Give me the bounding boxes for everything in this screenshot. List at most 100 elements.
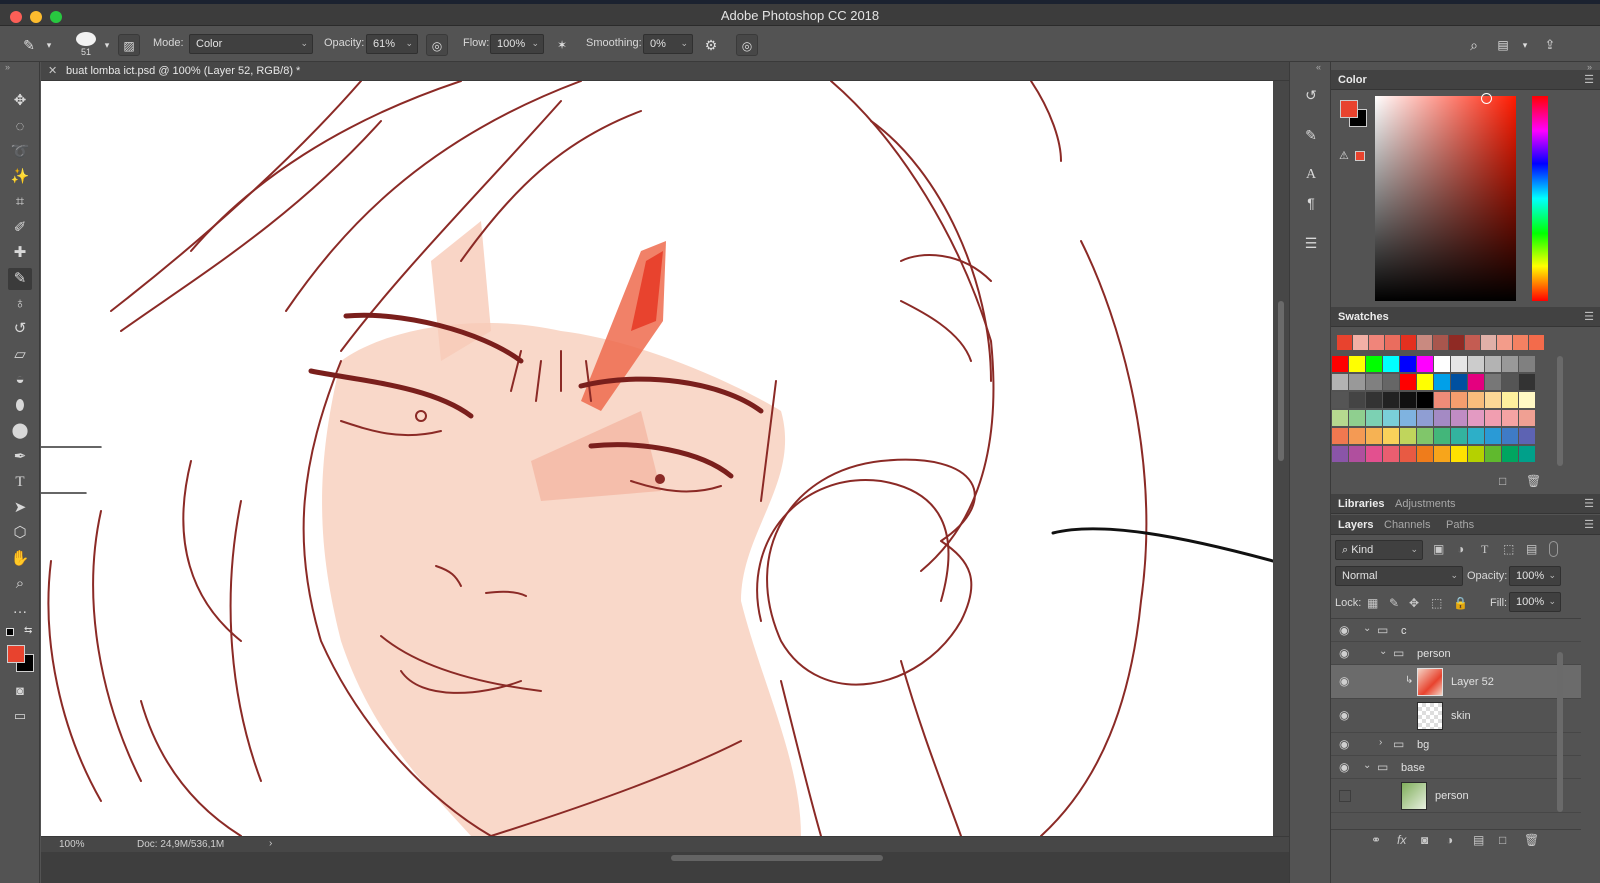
opacity-field[interactable]: 61% ⌄ — [366, 34, 418, 54]
swatch[interactable] — [1349, 392, 1365, 408]
swatch[interactable] — [1451, 392, 1467, 408]
tab-adjustments[interactable]: Adjustments — [1395, 498, 1456, 510]
filter-adjustment-icon[interactable]: ◑ — [1457, 542, 1464, 556]
swatch[interactable] — [1349, 410, 1365, 426]
swatch[interactable] — [1349, 356, 1365, 372]
blur-tool-icon[interactable]: ⬮ — [8, 395, 32, 417]
type-tool-icon[interactable]: T — [8, 471, 32, 493]
swatch[interactable] — [1383, 392, 1399, 408]
filter-type-icon[interactable]: T — [1481, 542, 1488, 557]
layer-group-row[interactable]: ◉ ⌄ ▭ person — [1331, 642, 1581, 665]
chevron-down-icon[interactable]: ▾ — [38, 34, 60, 56]
chevron-right-icon[interactable]: › — [269, 838, 272, 849]
paint-bucket-tool-icon[interactable]: ◒ — [8, 369, 32, 391]
lock-transparent-icon[interactable]: ▦ — [1367, 596, 1378, 610]
trash-icon[interactable]: 🗑 — [1526, 474, 1541, 488]
adjustment-layer-icon[interactable]: ◑ — [1446, 833, 1453, 847]
pressure-size-icon[interactable]: ◎ — [736, 34, 758, 56]
swatch[interactable] — [1434, 428, 1450, 444]
tab-swatches[interactable]: Swatches — [1338, 311, 1389, 323]
swatch[interactable] — [1519, 410, 1535, 426]
swatch[interactable] — [1400, 446, 1416, 462]
panel-menu-icon[interactable]: ☰ — [1584, 518, 1594, 531]
swatch[interactable] — [1451, 356, 1467, 372]
collapse-chevron-icon[interactable]: « — [1316, 62, 1321, 72]
swatch[interactable] — [1383, 374, 1399, 390]
zoom-level[interactable]: 100% — [59, 839, 85, 850]
chevron-down-icon[interactable]: ▾ — [1514, 34, 1536, 56]
swatch-scrollbar[interactable] — [1557, 356, 1563, 466]
horizontal-scrollbar[interactable] — [41, 852, 1289, 883]
swatch[interactable] — [1417, 410, 1433, 426]
lock-image-icon[interactable]: ✎ — [1389, 596, 1399, 610]
document-tab[interactable]: ✕ buat lomba ict.psd @ 100% (Layer 52, R… — [41, 62, 1289, 81]
shape-tool-icon[interactable]: ⬡ — [8, 522, 32, 544]
pressure-opacity-icon[interactable]: ◎ — [426, 34, 448, 56]
new-group-icon[interactable]: ▤ — [1473, 833, 1484, 847]
foreground-color-swatch[interactable] — [7, 645, 25, 663]
workspace-icon[interactable]: ▤ — [1492, 34, 1514, 56]
swatch[interactable] — [1468, 410, 1484, 426]
swatch[interactable] — [1434, 356, 1450, 372]
tab-layers[interactable]: Layers — [1338, 519, 1373, 531]
filter-smart-object-icon[interactable]: ▤ — [1526, 542, 1537, 556]
mode-dropdown[interactable]: Color ⌄ — [189, 34, 313, 54]
swatch[interactable] — [1519, 392, 1535, 408]
chevron-right-icon[interactable]: › — [1379, 737, 1382, 748]
new-swatch-icon[interactable]: □ — [1499, 474, 1506, 488]
search-icon[interactable]: ⌕ — [1463, 34, 1485, 56]
swatch[interactable] — [1485, 374, 1501, 390]
swatch[interactable] — [1434, 374, 1450, 390]
swatch[interactable] — [1366, 392, 1382, 408]
hue-slider[interactable] — [1532, 96, 1548, 301]
swatch[interactable] — [1332, 410, 1348, 426]
swatch[interactable] — [1400, 356, 1416, 372]
chevron-down-icon[interactable]: ⌄ — [1363, 623, 1371, 634]
swatch[interactable] — [1434, 410, 1450, 426]
swatch[interactable] — [1451, 374, 1467, 390]
visibility-eye-icon[interactable]: ◉ — [1339, 760, 1349, 774]
swatch[interactable] — [1353, 335, 1368, 350]
swatch[interactable] — [1502, 392, 1518, 408]
swatch[interactable] — [1349, 446, 1365, 462]
swatch[interactable] — [1449, 335, 1464, 350]
swatch[interactable] — [1513, 335, 1528, 350]
document-canvas[interactable] — [41, 81, 1273, 836]
flow-field[interactable]: 100% ⌄ — [490, 34, 544, 54]
eyedropper-tool-icon[interactable]: ✐ — [8, 217, 32, 239]
layer-group-row[interactable]: ◉ ⌄ ▭ base — [1331, 756, 1581, 779]
swatch[interactable] — [1481, 335, 1496, 350]
panel-menu-icon[interactable]: ☰ — [1584, 310, 1594, 323]
layer-filter-dropdown[interactable]: ⌕ Kind ⌄ — [1335, 540, 1423, 560]
swatch[interactable] — [1468, 356, 1484, 372]
lasso-tool-icon[interactable]: ➰ — [8, 141, 32, 163]
airbrush-icon[interactable]: ✶ — [551, 34, 573, 56]
swatch[interactable] — [1485, 446, 1501, 462]
swatch[interactable] — [1502, 428, 1518, 444]
layers-scrollbar[interactable] — [1557, 652, 1563, 812]
swap-colors-icon[interactable]: ⇆ — [24, 625, 32, 636]
swatch[interactable] — [1400, 374, 1416, 390]
swatch[interactable] — [1385, 335, 1400, 350]
pen-tool-icon[interactable]: ✒ — [8, 446, 32, 468]
quick-mask-icon[interactable]: ◙ — [8, 680, 32, 702]
paragraph-panel-icon[interactable]: ¶ — [1300, 192, 1322, 214]
swatch[interactable] — [1468, 374, 1484, 390]
swatch[interactable] — [1468, 428, 1484, 444]
layer-group-row[interactable]: ◉ › ▭ bg — [1331, 733, 1581, 756]
brush-tool-icon[interactable]: ✎ — [8, 268, 32, 290]
history-panel-icon[interactable]: ↺ — [1300, 84, 1322, 106]
swatch[interactable] — [1366, 446, 1382, 462]
swatch[interactable] — [1332, 428, 1348, 444]
vertical-scrollbar[interactable] — [1273, 81, 1289, 836]
properties-panel-icon[interactable]: ☰ — [1300, 232, 1322, 254]
visibility-eye-icon[interactable]: ◉ — [1339, 646, 1349, 660]
visibility-eye-icon[interactable] — [1339, 790, 1351, 802]
swatch[interactable] — [1465, 335, 1480, 350]
default-colors-icon[interactable] — [6, 628, 14, 636]
clone-stamp-tool-icon[interactable]: ♁ — [8, 293, 32, 315]
swatch[interactable] — [1502, 446, 1518, 462]
layer-opacity-field[interactable]: 100% ⌄ — [1509, 566, 1561, 586]
swatch[interactable] — [1468, 392, 1484, 408]
swatch[interactable] — [1366, 410, 1382, 426]
